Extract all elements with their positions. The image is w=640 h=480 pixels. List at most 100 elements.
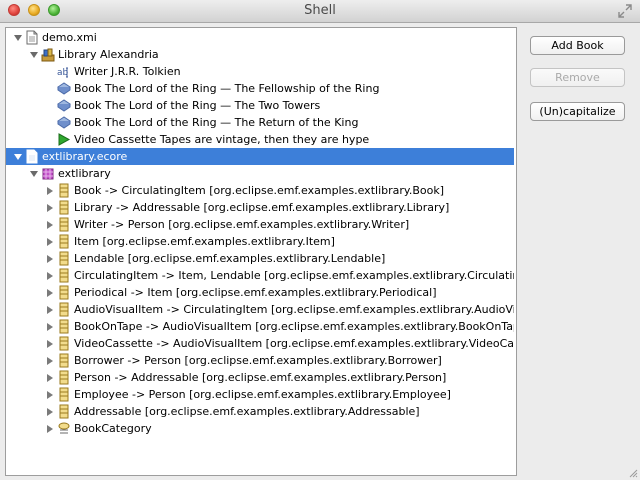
tree-row[interactable]: Borrower -> Person [org.eclipse.emf.exam… [6,352,514,369]
expand-arrow-right-icon[interactable] [44,301,56,318]
uncapitalize-button[interactable]: (Un)capitalize [530,102,625,121]
tree-row[interactable]: Book The Lord of the Ring — The Fellowsh… [6,80,514,97]
tree-row[interactable]: demo.xmi [6,29,514,46]
expand-arrow-right-icon[interactable] [44,335,56,352]
resize-grip-icon[interactable] [628,468,638,478]
tree-row-label: Person -> Addressable [org.eclipse.emf.e… [74,371,447,384]
expand-arrow-right-icon[interactable] [44,420,56,437]
tree-row-label: Book -> CirculatingItem [org.eclipse.emf… [74,184,444,197]
tree-row[interactable]: extlibrary.ecore [6,148,514,165]
window-title: Shell [304,3,336,18]
tree-row-label: BookOnTape -> AudioVisualItem [org.eclip… [74,320,514,333]
eclass-icon [57,251,71,266]
tree-row-label: BookCategory [74,422,152,435]
fullscreen-icon[interactable] [618,4,632,18]
tree-row-label: Library -> Addressable [org.eclipse.emf.… [74,201,450,214]
tree-row[interactable]: BookCategory [6,420,514,437]
tree-row-label: Periodical -> Item [org.eclipse.emf.exam… [74,286,437,299]
tree-row-label: Book The Lord of the Ring — The Return o… [74,116,359,129]
expand-arrow-down-icon[interactable] [12,29,24,46]
tree-row-label: VideoCassette -> AudioVisualItem [org.ec… [74,337,514,350]
expand-arrow-right-icon[interactable] [44,182,56,199]
remove-button: Remove [530,68,625,87]
tree-row[interactable]: Book -> CirculatingItem [org.eclipse.emf… [6,182,514,199]
eclass-icon [57,302,71,317]
expand-arrow-right-icon[interactable] [44,199,56,216]
tree-row-label: AudioVisualItem -> CirculatingItem [org.… [74,303,514,316]
title-bar[interactable]: Shell [0,0,640,23]
tree-row[interactable]: Person -> Addressable [org.eclipse.emf.e… [6,369,514,386]
tree-row[interactable]: Employee -> Person [org.eclipse.emf.exam… [6,386,514,403]
eclass-icon [57,234,71,249]
tree-row[interactable]: BookOnTape -> AudioVisualItem [org.eclip… [6,318,514,335]
writer-icon: ab [57,64,71,79]
tree-row-label: Writer -> Person [org.eclipse.emf.exampl… [74,218,410,231]
expand-arrow-down-icon[interactable] [12,148,24,165]
tree-row-label: extlibrary.ecore [42,150,128,163]
eclass-icon [57,217,71,232]
tree-row[interactable]: Video Cassette Tapes are vintage, then t… [6,131,514,148]
eclass-icon [57,387,71,402]
eclass-icon [57,370,71,385]
tree-row-label: Lendable [org.eclipse.emf.examples.extli… [74,252,386,265]
tree-row[interactable]: CirculatingItem -> Item, Lendable [org.e… [6,267,514,284]
book-icon [57,115,71,130]
tree-row[interactable]: extlibrary [6,165,514,182]
resource-tree[interactable]: demo.xmi Library Alexandria ab Writer J.R.R… [5,27,517,476]
tree-row-label: Addressable [org.eclipse.emf.examples.ex… [74,405,420,418]
tree-row[interactable]: Library -> Addressable [org.eclipse.emf.… [6,199,514,216]
expand-arrow-right-icon[interactable] [44,216,56,233]
tree-row-label: Book The Lord of the Ring — The Two Towe… [74,99,321,112]
tree-row-label: Borrower -> Person [org.eclipse.emf.exam… [74,354,442,367]
tree-row-label: Employee -> Person [org.eclipse.emf.exam… [74,388,451,401]
expand-arrow-right-icon[interactable] [44,386,56,403]
expand-arrow-down-icon[interactable] [28,46,40,63]
expand-arrow-right-icon[interactable] [44,352,56,369]
shell-window: Shell demo.xmi Library Alexandria ab Writer… [0,0,640,480]
add-book-button[interactable]: Add Book [530,36,625,55]
library-icon [41,47,55,62]
eenum-icon [57,421,71,436]
tree-row[interactable]: Addressable [org.eclipse.emf.examples.ex… [6,403,514,420]
tree-row-label: Writer J.R.R. Tolkien [74,65,181,78]
eclass-icon [57,336,71,351]
expand-arrow-right-icon[interactable] [44,318,56,335]
tree-row-label: Book The Lord of the Ring — The Fellowsh… [74,82,380,95]
xmi-file-icon [25,30,39,45]
eclass-icon [57,285,71,300]
eclass-icon [57,183,71,198]
video-cassette-icon [57,132,71,147]
book-icon [57,98,71,113]
tree-row[interactable]: Item [org.eclipse.emf.examples.extlibrar… [6,233,514,250]
tree-row[interactable]: ab Writer J.R.R. Tolkien [6,63,514,80]
tree-row-label: CirculatingItem -> Item, Lendable [org.e… [74,269,514,282]
tree-row-label: demo.xmi [42,31,97,44]
tree-row-label: Video Cassette Tapes are vintage, then t… [74,133,370,146]
eclass-icon [57,268,71,283]
tree-row-label: Library Alexandria [58,48,159,61]
eclass-icon [57,404,71,419]
expand-arrow-right-icon[interactable] [44,284,56,301]
book-icon [57,81,71,96]
eclass-icon [57,319,71,334]
expand-arrow-down-icon[interactable] [28,165,40,182]
tree-row[interactable]: Periodical -> Item [org.eclipse.emf.exam… [6,284,514,301]
eclass-icon [57,200,71,215]
package-icon [41,166,55,181]
tree-row[interactable]: Library Alexandria [6,46,514,63]
expand-arrow-right-icon[interactable] [44,233,56,250]
tree-row[interactable]: Book The Lord of the Ring — The Two Towe… [6,97,514,114]
tree-row[interactable]: Writer -> Person [org.eclipse.emf.exampl… [6,216,514,233]
tree-row-label: extlibrary [58,167,111,180]
tree-row-label: Item [org.eclipse.emf.examples.extlibrar… [74,235,335,248]
expand-arrow-right-icon[interactable] [44,403,56,420]
eclass-icon [57,353,71,368]
expand-arrow-right-icon[interactable] [44,369,56,386]
tree-row[interactable]: Lendable [org.eclipse.emf.examples.extli… [6,250,514,267]
tree-row[interactable]: AudioVisualItem -> CirculatingItem [org.… [6,301,514,318]
expand-arrow-right-icon[interactable] [44,250,56,267]
expand-arrow-right-icon[interactable] [44,267,56,284]
ecore-file-icon [25,149,39,164]
tree-row[interactable]: Book The Lord of the Ring — The Return o… [6,114,514,131]
tree-row[interactable]: VideoCassette -> AudioVisualItem [org.ec… [6,335,514,352]
